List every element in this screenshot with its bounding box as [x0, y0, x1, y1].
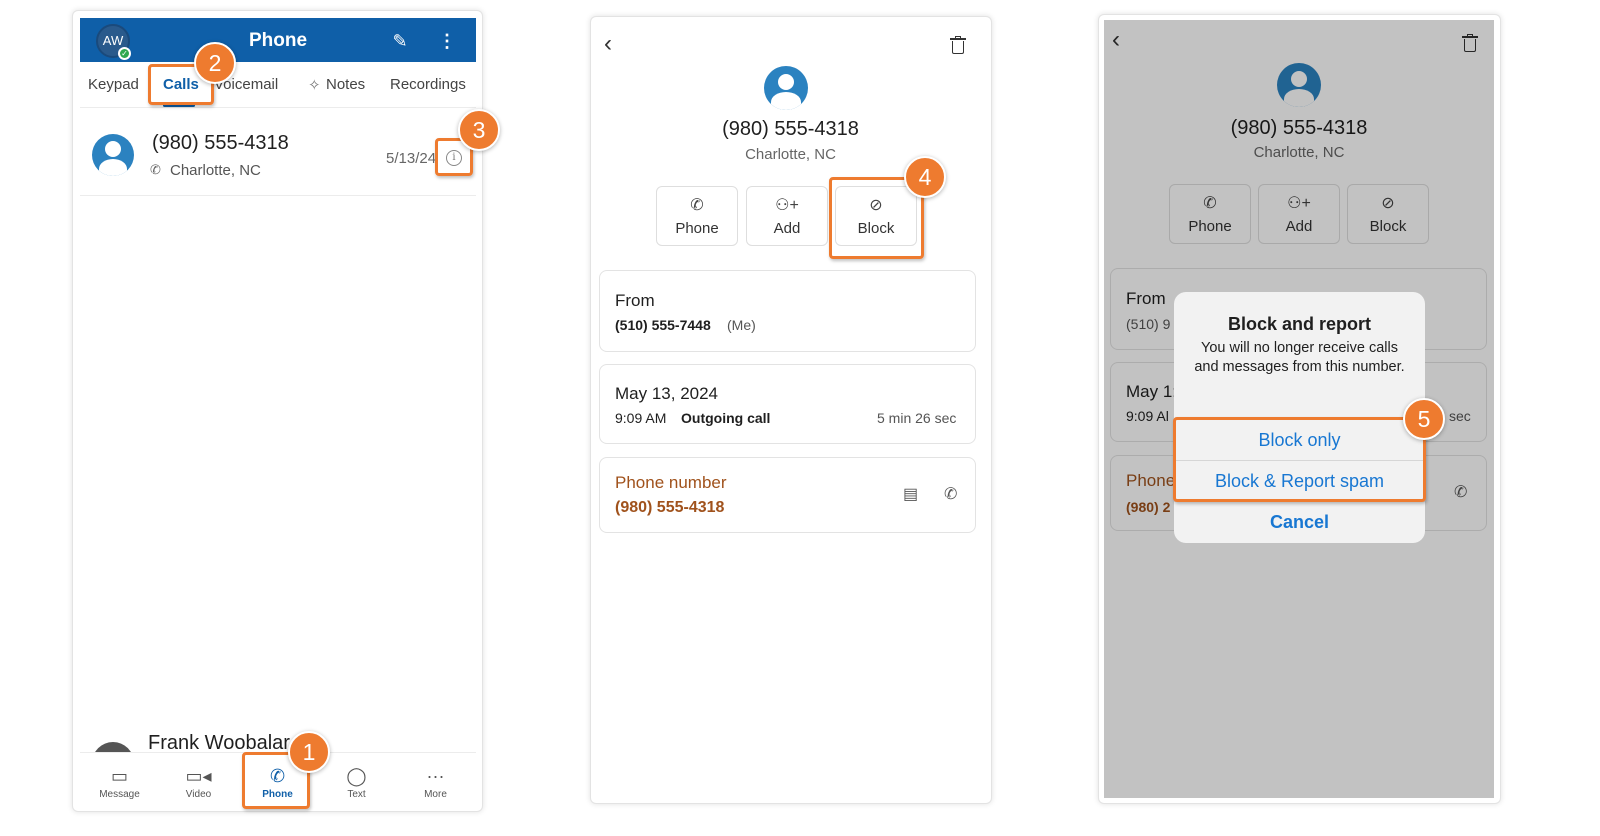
tab-recordings[interactable]: Recordings	[390, 76, 466, 93]
outgoing-call-icon: ✆	[150, 162, 161, 177]
call-details-screen: ‹ (980) 555-4318 Charlotte, NC ✆ Phone ⚇…	[596, 22, 985, 798]
app-header: AW ✓ Phone ✎ ⋮	[80, 18, 476, 62]
call-date: May 13, 2024	[615, 384, 719, 403]
from-number: (510) 555-7448	[615, 317, 711, 333]
callout-highlight-block-options	[1173, 417, 1426, 502]
tab-notes[interactable]: Notes	[326, 76, 365, 93]
contact-number: (980) 555-4318	[722, 118, 859, 140]
dialog-message: You will no longer receive calls and mes…	[1194, 340, 1405, 375]
pencil-icon[interactable]: ✎	[389, 30, 411, 52]
add-contact-button[interactable]: ⚇+ Add	[746, 186, 828, 246]
sparkle-icon: ✧	[308, 77, 321, 94]
tab-bar: Keypad Calls Voicemail ✧ Notes Recording…	[80, 62, 476, 108]
nav-message[interactable]: ▭ Message	[80, 753, 159, 808]
callout-badge-1: 1	[288, 731, 330, 773]
add-person-icon: ⚇+	[775, 197, 799, 214]
nav-label: Message	[99, 789, 140, 800]
phone-icon[interactable]: ✆	[944, 484, 957, 504]
call-time: 9:09 AM	[615, 410, 667, 426]
button-label: Add	[773, 220, 801, 237]
message-icon[interactable]: ▤	[903, 484, 918, 504]
more-icon: ···	[426, 766, 445, 786]
back-chevron-icon[interactable]: ‹	[604, 32, 612, 56]
trash-icon[interactable]	[950, 36, 966, 54]
phone-button[interactable]: ✆ Phone	[656, 186, 738, 246]
page-title: Phone	[248, 30, 308, 51]
chat-bubble-icon: ◯	[346, 766, 367, 786]
call-type: Outgoing call	[681, 410, 771, 426]
nav-label: Text	[347, 789, 366, 800]
callout-badge-3: 3	[458, 109, 500, 151]
vertical-ellipsis-icon[interactable]: ⋮	[436, 30, 458, 52]
card-title: Phone number	[615, 473, 727, 492]
dialog-title: Block and report	[1227, 314, 1372, 334]
nav-label: Video	[185, 789, 212, 800]
tab-keypad[interactable]: Keypad	[88, 76, 139, 93]
video-icon: ▭◂	[185, 766, 212, 786]
phone-icon: ✆	[690, 197, 704, 214]
nav-more[interactable]: ··· More	[396, 753, 475, 808]
from-card: From (510) 555-7448 (Me)	[599, 270, 976, 352]
nav-label: More	[424, 789, 447, 800]
contact-avatar-icon	[764, 66, 808, 110]
caller-location: Charlotte, NC	[170, 162, 261, 179]
phone-number-value: (980) 555-4318	[615, 499, 725, 516]
card-title: From	[615, 291, 655, 310]
cancel-button[interactable]: Cancel	[1174, 501, 1425, 542]
calls-screen: AW ✓ Phone ✎ ⋮ Keypad Calls Voicemail ✧ …	[80, 18, 476, 808]
phone-number-card[interactable]: Phone number (980) 555-4318 ▤ ✆	[599, 457, 976, 533]
call-date: 5/13/24	[386, 150, 437, 167]
button-label: Phone	[675, 220, 719, 237]
callout-badge-2: 2	[194, 42, 236, 84]
nav-video[interactable]: ▭◂ Video	[159, 753, 238, 808]
message-icon: ▭	[110, 766, 128, 786]
call-detail-card: May 13, 2024 9:09 AM Outgoing call 5 min…	[599, 364, 976, 444]
callout-badge-4: 4	[904, 156, 946, 198]
caller-number: (980) 555-4318	[152, 132, 289, 154]
call-duration: 5 min 26 sec	[877, 410, 957, 426]
callout-badge-5: 5	[1403, 398, 1445, 440]
nav-text[interactable]: ◯ Text	[317, 753, 396, 808]
contact-avatar-icon	[92, 134, 134, 176]
call-list-item[interactable]: (980) 555-4318 ✆ Charlotte, NC 5/13/24 i	[80, 122, 476, 196]
from-suffix: (Me)	[727, 317, 756, 333]
